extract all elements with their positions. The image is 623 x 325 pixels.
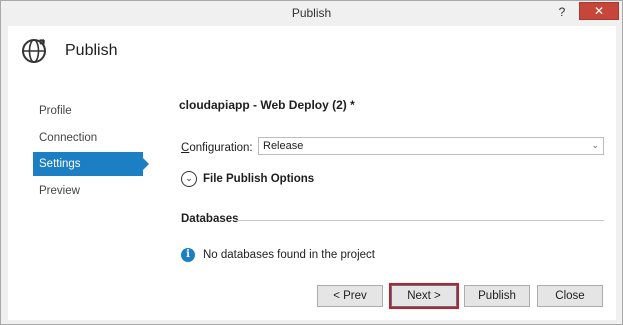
close-window-button[interactable]: ✕	[579, 2, 619, 20]
dialog-header: Publish	[8, 26, 616, 76]
section-divider	[236, 220, 604, 221]
dialog-heading: Publish	[65, 42, 118, 59]
databases-info-text: No databases found in the project	[203, 249, 375, 261]
configuration-label-text: onfiguration:	[189, 142, 253, 154]
nav-item-profile[interactable]: Profile	[33, 99, 143, 123]
close-button[interactable]: Close	[537, 285, 603, 307]
info-icon: i	[181, 248, 195, 262]
nav-item-preview[interactable]: Preview	[33, 179, 143, 203]
nav-item-label: Profile	[39, 105, 72, 117]
nav-item-label: Preview	[39, 185, 80, 197]
configuration-dropdown[interactable]: Release ⌄	[258, 137, 604, 155]
chevron-down-icon: ⌄	[591, 140, 599, 150]
active-arrow-icon	[143, 158, 149, 170]
expand-chevron-icon: ⌄	[181, 171, 197, 187]
databases-heading: Databases	[181, 213, 239, 225]
profile-title: cloudapiapp - Web Deploy (2) *	[179, 98, 355, 112]
publish-button[interactable]: Publish	[464, 285, 530, 307]
help-button[interactable]: ?	[554, 4, 570, 20]
configuration-label: Configuration:	[181, 142, 253, 154]
nav-item-label: Connection	[39, 132, 98, 144]
next-button[interactable]: Next >	[389, 283, 459, 309]
configuration-value: Release	[263, 140, 304, 152]
file-publish-options-label: File Publish Options	[203, 173, 315, 185]
title-bar: Publish ? ✕	[1, 1, 622, 25]
nav-item-connection[interactable]: Connection	[33, 126, 143, 150]
nav-item-label: Settings	[39, 158, 81, 170]
nav-item-settings[interactable]: Settings	[33, 152, 149, 176]
publish-dialog: Publish ? ✕ Publish Profile Connection S…	[0, 0, 623, 325]
window-title: Publish	[291, 6, 332, 20]
globe-upload-icon	[22, 39, 46, 63]
main-panel: Profile Connection Settings Preview clou…	[8, 76, 616, 320]
prev-button[interactable]: < Prev	[317, 285, 383, 307]
